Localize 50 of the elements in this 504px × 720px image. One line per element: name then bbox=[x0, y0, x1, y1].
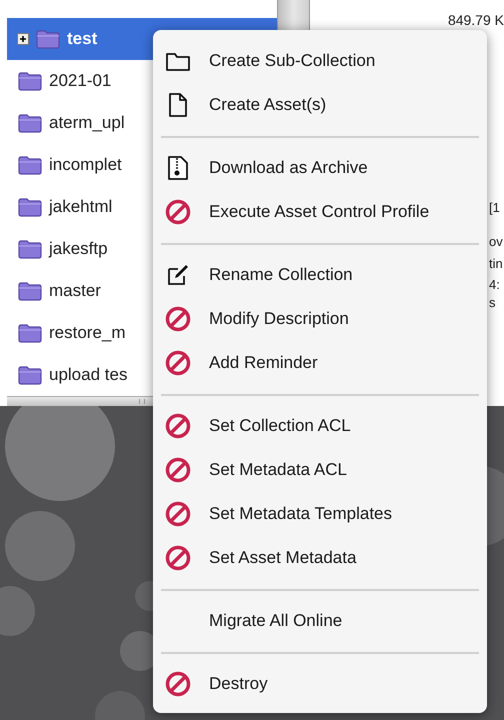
folder-label: master bbox=[49, 280, 101, 302]
prohibited-icon bbox=[165, 350, 191, 376]
folder-label: aterm_upl bbox=[49, 112, 125, 134]
folder-label: jakehtml bbox=[49, 196, 112, 218]
prohibited-icon bbox=[165, 671, 191, 697]
folder-label: incomplet bbox=[49, 154, 122, 176]
folder-label: upload tes bbox=[49, 364, 128, 386]
folder-icon bbox=[165, 50, 191, 72]
menu-item[interactable]: Migrate All Online bbox=[161, 599, 479, 643]
menu-item[interactable]: Modify Description bbox=[161, 297, 479, 341]
folder-icon bbox=[17, 281, 43, 301]
detail-text: [1 bbox=[489, 199, 500, 217]
folder-label: test bbox=[67, 28, 98, 50]
detail-text: s bbox=[489, 294, 496, 312]
folder-icon bbox=[17, 239, 43, 259]
menu-item[interactable]: Set Collection ACL bbox=[161, 404, 479, 448]
menu-item[interactable]: Create Asset(s) bbox=[161, 83, 479, 127]
folder-icon bbox=[17, 323, 43, 343]
prohibited-icon bbox=[165, 501, 191, 527]
folder-icon bbox=[35, 29, 61, 49]
menu-item[interactable]: Destroy bbox=[161, 662, 479, 706]
zip-file-icon bbox=[167, 155, 189, 181]
detail-text: tin bbox=[489, 255, 503, 273]
detail-text: ov bbox=[489, 233, 503, 251]
folder-icon bbox=[17, 197, 43, 217]
file-icon bbox=[167, 92, 189, 118]
folder-icon bbox=[17, 365, 43, 385]
prohibited-icon bbox=[165, 306, 191, 332]
folder-icon bbox=[17, 113, 43, 133]
detail-text: 4: bbox=[489, 276, 500, 294]
menu-item[interactable]: Download as Archive bbox=[161, 146, 479, 190]
menu-item[interactable]: Set Metadata Templates bbox=[161, 492, 479, 536]
scroll-grip-icon bbox=[139, 399, 145, 404]
prohibited-icon bbox=[165, 457, 191, 483]
folder-icon bbox=[17, 155, 43, 175]
menu-item[interactable]: Add Reminder bbox=[161, 341, 479, 385]
expand-icon[interactable] bbox=[17, 33, 29, 45]
folder-label: restore_m bbox=[49, 322, 126, 344]
file-size: 849.79 K bbox=[448, 11, 504, 30]
folder-icon bbox=[17, 71, 43, 91]
prohibited-icon bbox=[165, 199, 191, 225]
folder-label: 2021-01 bbox=[49, 70, 112, 92]
folder-label: jakesftp bbox=[49, 238, 108, 260]
menu-item[interactable]: Set Metadata ACL bbox=[161, 448, 479, 492]
prohibited-icon bbox=[165, 545, 191, 571]
menu-item[interactable]: Set Asset Metadata bbox=[161, 536, 479, 580]
prohibited-icon bbox=[165, 413, 191, 439]
edit-icon bbox=[166, 263, 190, 287]
menu-item[interactable]: Rename Collection bbox=[161, 253, 479, 297]
menu-item[interactable]: Execute Asset Control Profile bbox=[161, 190, 479, 234]
